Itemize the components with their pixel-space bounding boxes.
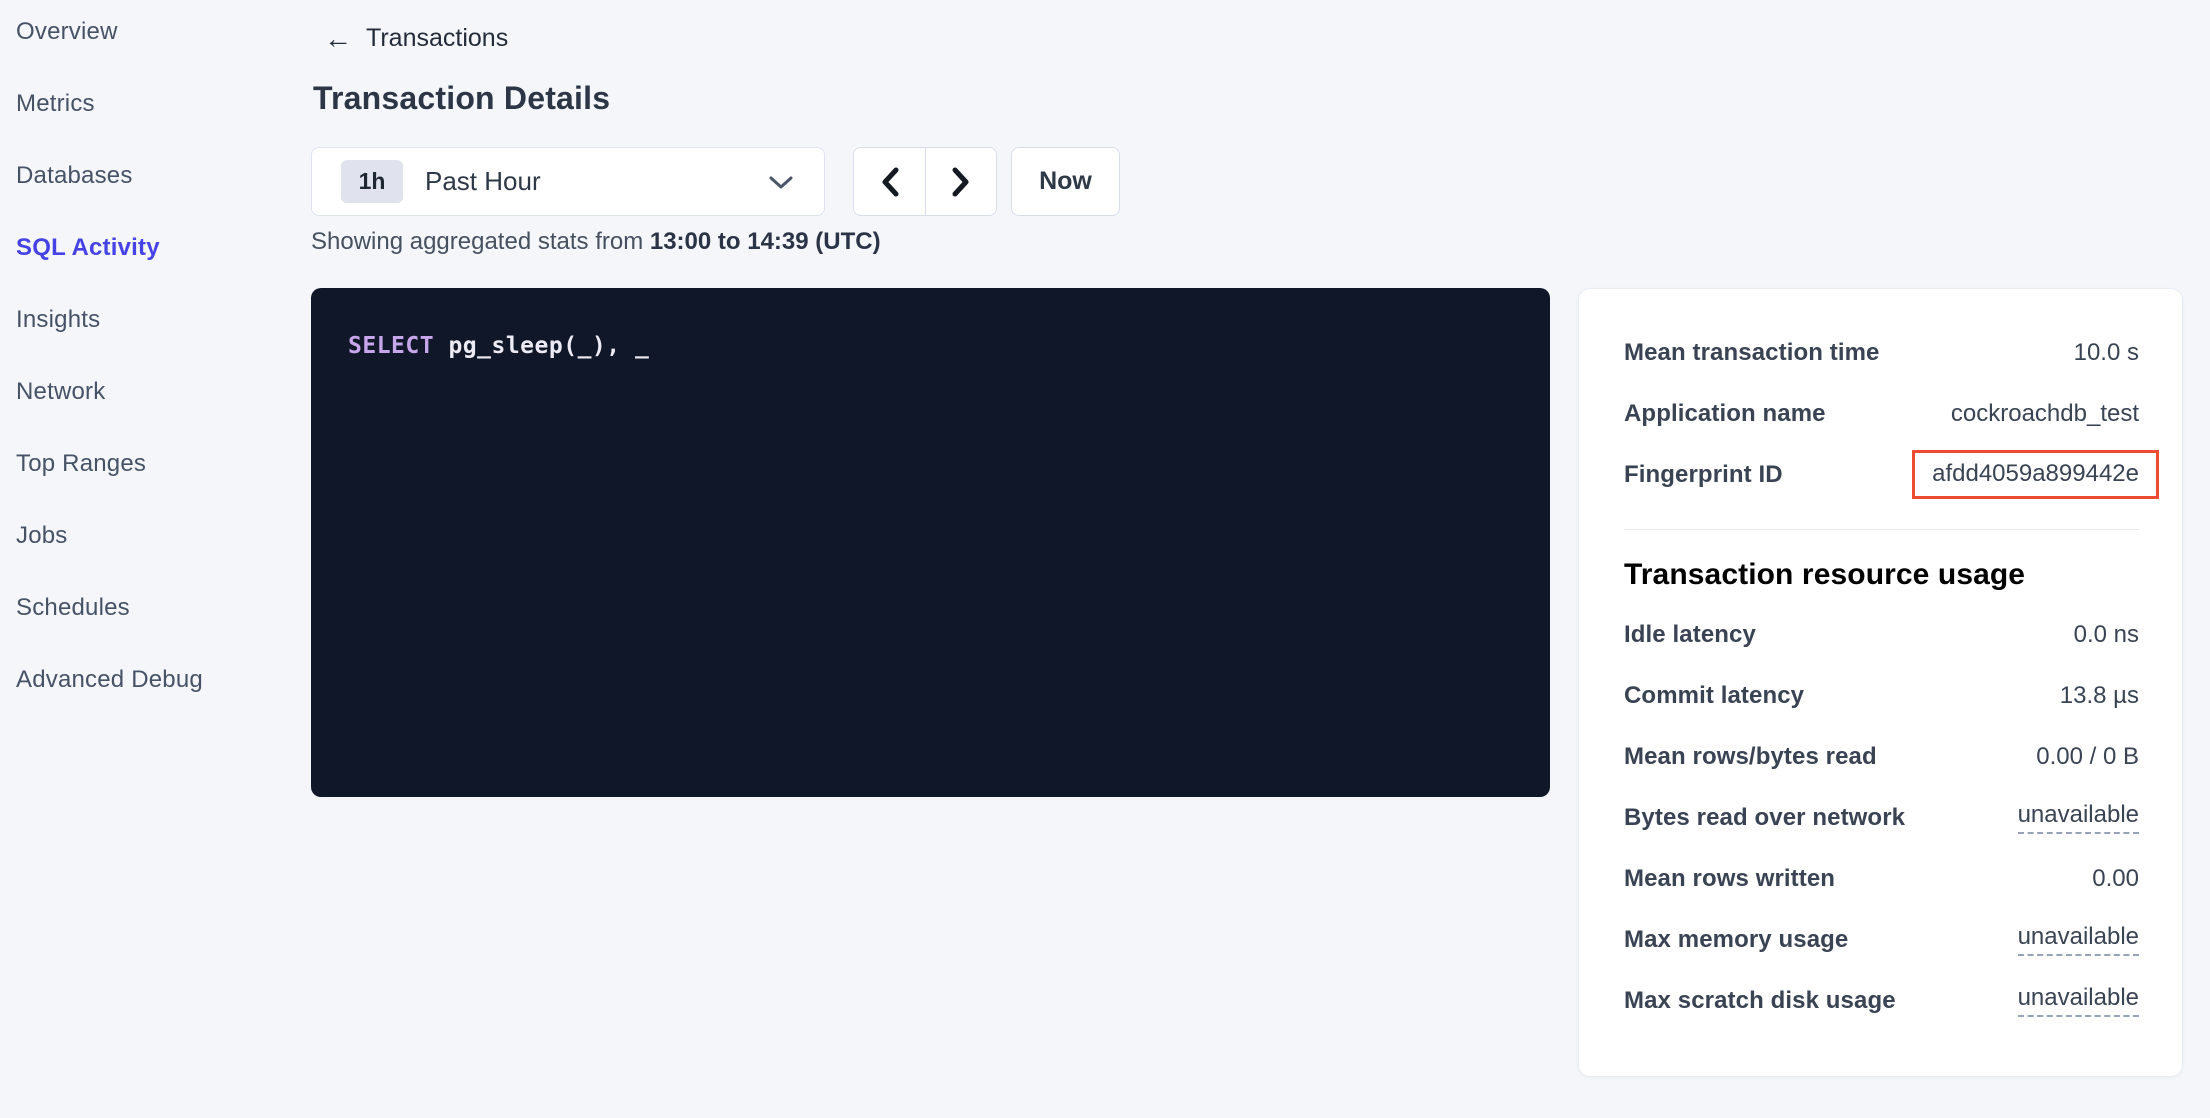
row-value: cockroachdb_test (1951, 400, 2139, 428)
page-title: Transaction Details (313, 80, 610, 117)
sql-statement-box: SELECT pg_sleep(_), _ (311, 288, 1550, 797)
sidebar-item-sql-activity[interactable]: SQL Activity (0, 212, 300, 284)
unavailable-tooltip-value[interactable]: unavailable (2018, 984, 2139, 1017)
row-label: Max scratch disk usage (1624, 987, 1896, 1015)
unavailable-tooltip-value[interactable]: unavailable (2018, 923, 2139, 956)
mean-rows-written-row: Mean rows written 0.00 (1624, 848, 2139, 909)
sidebar-item-label: Top Ranges (16, 450, 146, 478)
sidebar-item-top-ranges[interactable]: Top Ranges (0, 428, 300, 500)
sidebar-item-schedules[interactable]: Schedules (0, 572, 300, 644)
sidebar-item-jobs[interactable]: Jobs (0, 500, 300, 572)
max-memory-usage-row: Max memory usage unavailable (1624, 909, 2139, 970)
stats-range: 13:00 to 14:39 (UTC) (650, 228, 881, 255)
sidebar-item-label: Metrics (16, 90, 95, 118)
chevron-right-icon (951, 167, 971, 197)
row-value: 0.00 (2092, 865, 2139, 893)
row-value: 13.8 µs (2060, 682, 2139, 710)
time-range-select[interactable]: 1h Past Hour (311, 147, 825, 216)
mean-transaction-time-row: Mean transaction time 10.0 s (1624, 322, 2139, 383)
prev-time-button[interactable] (854, 148, 925, 215)
chevron-left-icon (880, 167, 900, 197)
sidebar-item-metrics[interactable]: Metrics (0, 68, 300, 140)
unavailable-tooltip-value[interactable]: unavailable (2018, 801, 2139, 834)
row-label: Mean rows written (1624, 865, 1835, 893)
sidebar-item-label: Jobs (16, 522, 68, 550)
sidebar-nav: Overview Metrics Databases SQL Activity … (0, 0, 300, 716)
row-label: Fingerprint ID (1624, 461, 1783, 489)
arrow-left-icon: ← (324, 25, 352, 53)
stats-prefix: Showing aggregated stats from (311, 228, 650, 255)
now-button[interactable]: Now (1011, 147, 1120, 216)
sidebar-item-network[interactable]: Network (0, 356, 300, 428)
row-label: Mean transaction time (1624, 339, 1880, 367)
sidebar-item-label: Advanced Debug (16, 666, 203, 694)
sidebar-item-label: SQL Activity (16, 234, 160, 262)
idle-latency-row: Idle latency 0.0 ns (1624, 604, 2139, 665)
sidebar-item-label: Overview (16, 18, 118, 46)
card-divider (1624, 529, 2139, 530)
time-range-badge: 1h (341, 160, 403, 203)
chevron-down-icon (768, 174, 794, 190)
mean-rows-bytes-read-row: Mean rows/bytes read 0.00 / 0 B (1624, 726, 2139, 787)
sidebar-item-overview[interactable]: Overview (0, 0, 300, 68)
transaction-details-card: Mean transaction time 10.0 s Application… (1578, 288, 2183, 1077)
sql-statement-text: pg_sleep(_), _ (434, 333, 649, 359)
fingerprint-id-value-highlighted: afdd4059a899442e (1912, 450, 2159, 499)
row-label: Bytes read over network (1624, 804, 1905, 832)
sidebar-item-advanced-debug[interactable]: Advanced Debug (0, 644, 300, 716)
aggregated-stats-text: Showing aggregated stats from 13:00 to 1… (311, 228, 881, 256)
time-pager (853, 147, 997, 216)
sidebar-item-insights[interactable]: Insights (0, 284, 300, 356)
resource-usage-section-title: Transaction resource usage (1624, 558, 2139, 592)
application-name-row: Application name cockroachdb_test (1624, 383, 2139, 444)
max-scratch-disk-usage-row: Max scratch disk usage unavailable (1624, 970, 2139, 1031)
time-range-label: Past Hour (425, 166, 768, 197)
breadcrumb-label: Transactions (366, 24, 508, 53)
bytes-read-over-network-row: Bytes read over network unavailable (1624, 787, 2139, 848)
sql-keyword: SELECT (348, 333, 434, 359)
row-value: 10.0 s (2074, 339, 2139, 367)
sidebar-item-label: Insights (16, 306, 100, 334)
row-value: 0.0 ns (2074, 621, 2139, 649)
sidebar-item-label: Schedules (16, 594, 130, 622)
sidebar-item-label: Databases (16, 162, 133, 190)
row-label: Max memory usage (1624, 926, 1848, 954)
time-controls: 1h Past Hour Now (311, 147, 1120, 216)
commit-latency-row: Commit latency 13.8 µs (1624, 665, 2139, 726)
sidebar-item-label: Network (16, 378, 105, 406)
breadcrumb-transactions-link[interactable]: ← Transactions (324, 24, 508, 53)
row-label: Idle latency (1624, 621, 1756, 649)
row-label: Application name (1624, 400, 1826, 428)
row-label: Mean rows/bytes read (1624, 743, 1877, 771)
row-label: Commit latency (1624, 682, 1804, 710)
sidebar-item-databases[interactable]: Databases (0, 140, 300, 212)
fingerprint-id-row: Fingerprint ID afdd4059a899442e (1624, 444, 2139, 505)
row-value: 0.00 / 0 B (2036, 743, 2139, 771)
next-time-button[interactable] (925, 148, 996, 215)
